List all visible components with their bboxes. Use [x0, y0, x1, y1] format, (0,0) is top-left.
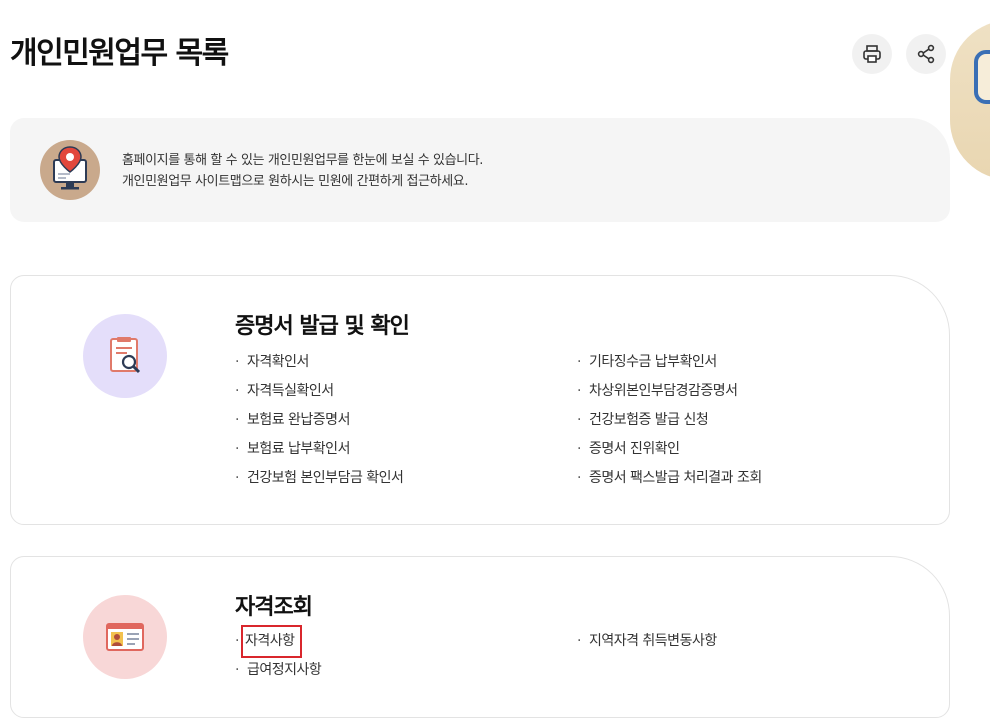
link-premium-full-payment-certificate[interactable]: 보험료 완납증명서: [235, 406, 403, 435]
link-copayment-confirmation[interactable]: 건강보험 본인부담금 확인서: [235, 464, 404, 493]
share-icon: [917, 44, 935, 64]
link-qualification-details[interactable]: 자격사항: [235, 625, 321, 658]
link-regional-qualification-changes[interactable]: 지역자격 취득변동사항: [577, 627, 717, 656]
monitor-location-icon: [40, 140, 100, 200]
certificates-icon-wrap: [83, 314, 167, 398]
link-near-poor-reduction-certificate[interactable]: 차상위본인부담경감증명서: [577, 377, 762, 406]
section-certificates: 증명서 발급 및 확인 자격확인서 자격득실확인서 보험료 완납증명서 보험료 …: [10, 275, 950, 525]
section-qualification: 자격조회 자격사항 급여정지사항 지역자격 취득변동사항: [10, 556, 950, 718]
id-card-icon: [106, 623, 144, 651]
qualification-right-list: 지역자격 취득변동사항: [577, 627, 717, 656]
intro-line-2: 개인민원업무 사이트맵으로 원하시는 민원에 간편하게 접근하세요.: [122, 174, 469, 189]
qualification-icon-wrap: [83, 595, 167, 679]
link-other-collection-payment[interactable]: 기타징수금 납부확인서: [577, 348, 762, 377]
decorative-illustration: [950, 20, 990, 180]
print-button[interactable]: [852, 34, 892, 74]
link-benefit-suspension[interactable]: 급여정지사항: [235, 656, 322, 685]
certificates-title: 증명서 발급 및 확인: [235, 314, 410, 339]
link-qualification-certificate[interactable]: 자격확인서: [235, 348, 403, 377]
intro-line-1: 홈페이지를 통해 할 수 있는 개인민원업무를 한눈에 보실 수 있습니다.: [122, 153, 484, 168]
document-search-icon: [110, 337, 141, 374]
link-qualification-history-certificate[interactable]: 자격득실확인서: [235, 377, 403, 406]
certificates-left-list: 자격확인서 자격득실확인서 보험료 완납증명서 보험료 납부확인서 건강보험 본…: [235, 348, 404, 493]
qualification-title: 자격조회: [235, 595, 313, 620]
link-premium-payment-confirmation[interactable]: 보험료 납부확인서: [235, 435, 403, 464]
qualification-left-list: 자격사항 급여정지사항: [235, 625, 322, 685]
link-insurance-card-request[interactable]: 건강보험증 발급 신청: [577, 406, 762, 435]
certificates-right-list: 기타징수금 납부확인서 차상위본인부담경감증명서 건강보험증 발급 신청 증명서…: [577, 348, 762, 493]
link-certificate-verification[interactable]: 증명서 진위확인: [577, 435, 762, 464]
qualification-details-label: 자격사항: [240, 625, 303, 658]
print-icon: [863, 45, 881, 63]
link-fax-issuance-result[interactable]: 증명서 팩스발급 처리결과 조회: [577, 464, 762, 493]
page-title: 개인민원업무 목록: [10, 36, 229, 71]
intro-box: 홈페이지를 통해 할 수 있는 개인민원업무를 한눈에 보실 수 있습니다. 개…: [10, 118, 950, 222]
share-button[interactable]: [906, 34, 946, 74]
